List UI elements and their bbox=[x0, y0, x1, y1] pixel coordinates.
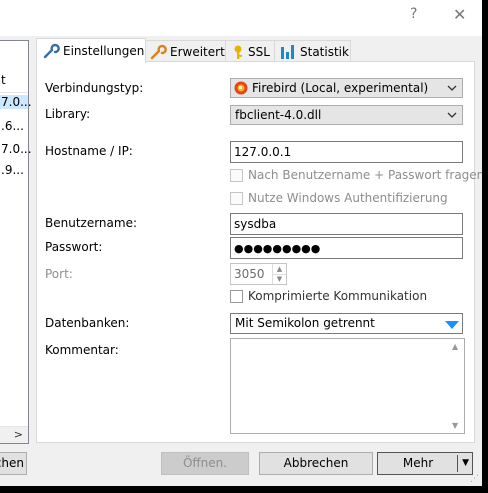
tab-ssl[interactable]: SSL bbox=[225, 40, 277, 62]
hostname-label: Hostname / IP: bbox=[45, 144, 133, 158]
compression-label: Komprimierte Kommunikation bbox=[248, 289, 428, 303]
left-partial-button-label: chen bbox=[0, 456, 24, 470]
close-button[interactable]: ✕ bbox=[453, 5, 466, 24]
windows-auth-label: Nutze Windows Authentifizierung bbox=[248, 191, 448, 205]
session-list-header[interactable]: t bbox=[0, 70, 28, 93]
username-input[interactable]: sysdba bbox=[230, 213, 463, 235]
more-button-label: Mehr bbox=[402, 456, 434, 470]
vertical-scrollbar[interactable]: ▲ ▼ bbox=[448, 339, 464, 433]
left-partial-button[interactable]: chen bbox=[0, 452, 27, 475]
databases-value: Mit Semikolon getrennt bbox=[235, 316, 375, 330]
databases-label: Datenbanken: bbox=[45, 316, 130, 330]
session-list[interactable]: t 7.0... .6... 7.0... .9... > bbox=[0, 40, 32, 444]
port-label: Port: bbox=[45, 267, 73, 281]
session-list-header-label: t bbox=[1, 73, 6, 87]
settings-panel: Verbindungstyp: Firebird (Local, experim… bbox=[36, 61, 482, 443]
port-spinner[interactable]: 3050 ▲ ▼ bbox=[230, 263, 287, 285]
hostname-value: 127.0.0.1 bbox=[234, 145, 292, 159]
title-bar: ? ✕ bbox=[0, 0, 482, 36]
hostname-input[interactable]: 127.0.0.1 bbox=[230, 141, 463, 163]
library-label: Library: bbox=[45, 107, 91, 121]
open-button-label: Öffnen. bbox=[182, 456, 228, 470]
help-button[interactable]: ? bbox=[410, 6, 417, 22]
tab-statistik[interactable]: Statistik bbox=[274, 40, 351, 62]
tab-label: Einstellungen bbox=[63, 44, 145, 58]
firebird-icon bbox=[234, 81, 248, 98]
username-label: Benutzername: bbox=[45, 216, 138, 230]
resize-grip-icon[interactable]: ⋰ bbox=[470, 474, 479, 484]
split-dropdown-icon[interactable]: ▼ bbox=[462, 453, 469, 474]
connection-type-label: Verbindungstyp: bbox=[45, 81, 144, 95]
username-value: sysdba bbox=[234, 217, 277, 231]
comment-textarea[interactable]: ▲ ▼ bbox=[230, 338, 465, 434]
connection-type-select[interactable]: Firebird (Local, experimental) bbox=[230, 78, 463, 98]
wrench-icon bbox=[42, 43, 60, 59]
checkbox-box[interactable] bbox=[230, 290, 243, 303]
open-button[interactable]: Öffnen. bbox=[161, 452, 249, 475]
chevron-down-icon bbox=[447, 82, 457, 92]
horizontal-scrollbar[interactable]: > bbox=[0, 426, 28, 443]
comment-label: Kommentar: bbox=[45, 343, 119, 357]
connection-type-value: Firebird (Local, experimental) bbox=[252, 81, 429, 95]
scroll-up-icon[interactable]: ▲ bbox=[452, 342, 458, 351]
ask-credentials-label: Nach Benutzername + Passwort fragen bbox=[248, 168, 482, 182]
chevron-down-icon bbox=[447, 109, 457, 119]
tab-label: Erweitert bbox=[170, 44, 225, 59]
list-item[interactable]: .6... bbox=[1, 119, 24, 133]
tab-label: SSL bbox=[248, 44, 270, 59]
checkbox-box[interactable] bbox=[230, 192, 243, 205]
tab-erweitert[interactable]: Erweitert bbox=[143, 40, 228, 62]
more-button[interactable]: Mehr ▼ bbox=[377, 452, 473, 475]
password-label: Passwort: bbox=[45, 240, 103, 254]
tab-einstellungen[interactable]: Einstellungen bbox=[36, 38, 146, 63]
spin-down-icon[interactable]: ▼ bbox=[272, 274, 286, 284]
list-item[interactable]: 7.0... bbox=[0, 95, 32, 109]
cancel-button-label: Abbrechen bbox=[283, 456, 349, 470]
password-input[interactable]: ●●●●●●●●● bbox=[230, 237, 463, 259]
tab-label: Statistik bbox=[300, 44, 349, 59]
library-select[interactable]: fbclient-4.0.dll bbox=[230, 105, 463, 125]
password-value: ●●●●●●●●● bbox=[234, 242, 321, 255]
dropdown-arrow-icon[interactable] bbox=[445, 319, 459, 329]
port-value: 3050 bbox=[234, 267, 265, 281]
bar-chart-icon bbox=[280, 44, 297, 60]
databases-select[interactable]: Mit Semikolon getrennt bbox=[230, 313, 463, 334]
wrench-orange-icon bbox=[149, 44, 167, 60]
scroll-down-icon[interactable]: ▼ bbox=[452, 421, 458, 430]
list-item[interactable]: .9... bbox=[1, 163, 24, 177]
cancel-button[interactable]: Abbrechen bbox=[259, 452, 373, 475]
list-item[interactable]: 7.0... bbox=[1, 142, 32, 156]
checkbox-box[interactable] bbox=[230, 169, 243, 182]
scroll-right-arrow-icon[interactable]: > bbox=[14, 428, 23, 441]
split-separator bbox=[457, 455, 458, 472]
key-icon bbox=[231, 44, 245, 60]
library-value: fbclient-4.0.dll bbox=[235, 108, 322, 122]
session-settings-window: ? ✕ t 7.0... .6... 7.0... .9... > Einste… bbox=[0, 0, 482, 486]
